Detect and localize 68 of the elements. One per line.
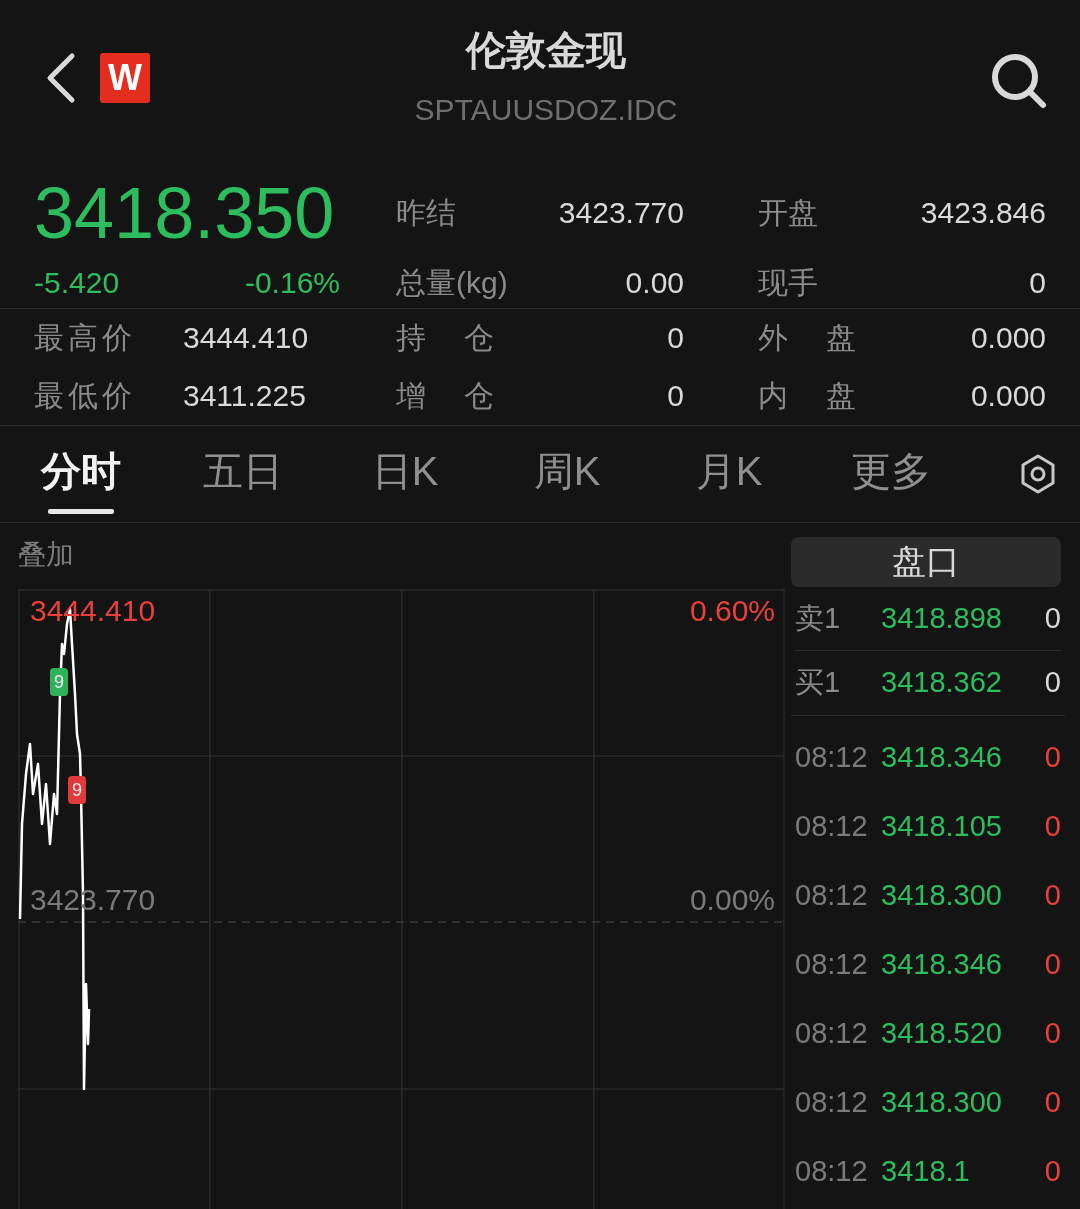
book-quantity: 0 — [1043, 666, 1061, 699]
stat-value: 0 — [1029, 266, 1046, 301]
app-logo: W — [100, 53, 150, 103]
trade-price: 3418.1 — [881, 1155, 971, 1188]
trade-price: 3418.346 — [881, 741, 1003, 774]
stat-label: 总量(kg) — [396, 264, 508, 301]
trade-time: 08:12 — [795, 1086, 869, 1119]
trade-price: 3418.346 — [881, 948, 1003, 981]
trade-time: 08:12 — [795, 1155, 869, 1188]
stat-value: 0.000 — [970, 321, 1046, 356]
trade-quantity: 0 — [1043, 879, 1061, 912]
stat-label: 最低价 — [34, 377, 132, 414]
stat-value: 3444.410 — [183, 321, 309, 356]
base-percent-label: 0.00% — [689, 883, 775, 917]
period-tab[interactable]: 五日 — [162, 426, 324, 522]
stat-label: 开盘 — [758, 194, 818, 231]
stat-value: 0 — [667, 321, 684, 356]
order-book-button[interactable]: 盘口 — [791, 537, 1061, 587]
trade-price: 3418.105 — [881, 810, 1003, 843]
book-label: 买1 — [795, 664, 842, 700]
period-tab[interactable]: 更多 — [810, 426, 972, 522]
trade-quantity: 0 — [1043, 741, 1061, 774]
price-change: -5.420 — [34, 265, 120, 302]
trade-quantity: 0 — [1043, 1017, 1061, 1050]
overlay-button[interactable]: 叠加 — [18, 537, 74, 573]
signal-marker: 9 — [68, 776, 86, 804]
stat-label: 昨结 — [396, 194, 456, 231]
stat-value: 0.000 — [970, 379, 1046, 414]
instrument-title: 伦敦金现 — [466, 27, 626, 74]
trade-time: 08:12 — [795, 810, 869, 843]
trade-quantity: 0 — [1043, 810, 1061, 843]
book-price: 3418.362 — [881, 666, 1003, 699]
stat-label: 内 盘 — [758, 377, 856, 414]
trade-time: 08:12 — [795, 741, 869, 774]
period-tab[interactable]: 分时 — [0, 426, 162, 522]
high-price-label: 3444.410 — [30, 594, 156, 628]
trade-quantity: 0 — [1043, 1155, 1061, 1188]
stat-label: 增 仓 — [396, 377, 494, 414]
last-price: 3418.350 — [34, 172, 336, 255]
book-price: 3418.898 — [881, 602, 1003, 635]
period-tab[interactable]: 月K — [648, 426, 810, 522]
trade-quantity: 0 — [1043, 1086, 1061, 1119]
signal-marker: 9 — [50, 668, 68, 696]
stat-label: 外 盘 — [758, 319, 856, 356]
stat-value: 0 — [667, 379, 684, 414]
stat-value: 3411.225 — [183, 379, 306, 414]
stat-value: 3423.846 — [920, 196, 1046, 231]
period-tab[interactable]: 日K — [324, 426, 486, 522]
trade-time: 08:12 — [795, 1017, 869, 1050]
settings-icon[interactable] — [1020, 454, 1056, 495]
stat-value: 0.00 — [625, 266, 684, 301]
period-tab[interactable]: 周K — [486, 426, 648, 522]
stat-value: 3423.770 — [558, 196, 684, 231]
trade-time: 08:12 — [795, 948, 869, 981]
trade-price: 3418.300 — [881, 1086, 1003, 1119]
book-label: 卖1 — [795, 600, 842, 636]
instrument-code: SPTAUUSDOZ.IDC — [414, 92, 678, 128]
trade-quantity: 0 — [1043, 948, 1061, 981]
stat-label: 持 仓 — [396, 319, 494, 356]
search-button[interactable] — [990, 52, 1048, 110]
stat-label: 现手 — [758, 264, 818, 301]
trade-price: 3418.520 — [881, 1017, 1003, 1050]
stat-label: 最高价 — [34, 319, 132, 356]
book-quantity: 0 — [1043, 602, 1061, 635]
trade-time: 08:12 — [795, 879, 869, 912]
high-percent-label: 0.60% — [689, 594, 775, 628]
trade-price: 3418.300 — [881, 879, 1003, 912]
percent-change: -0.16% — [244, 265, 340, 302]
